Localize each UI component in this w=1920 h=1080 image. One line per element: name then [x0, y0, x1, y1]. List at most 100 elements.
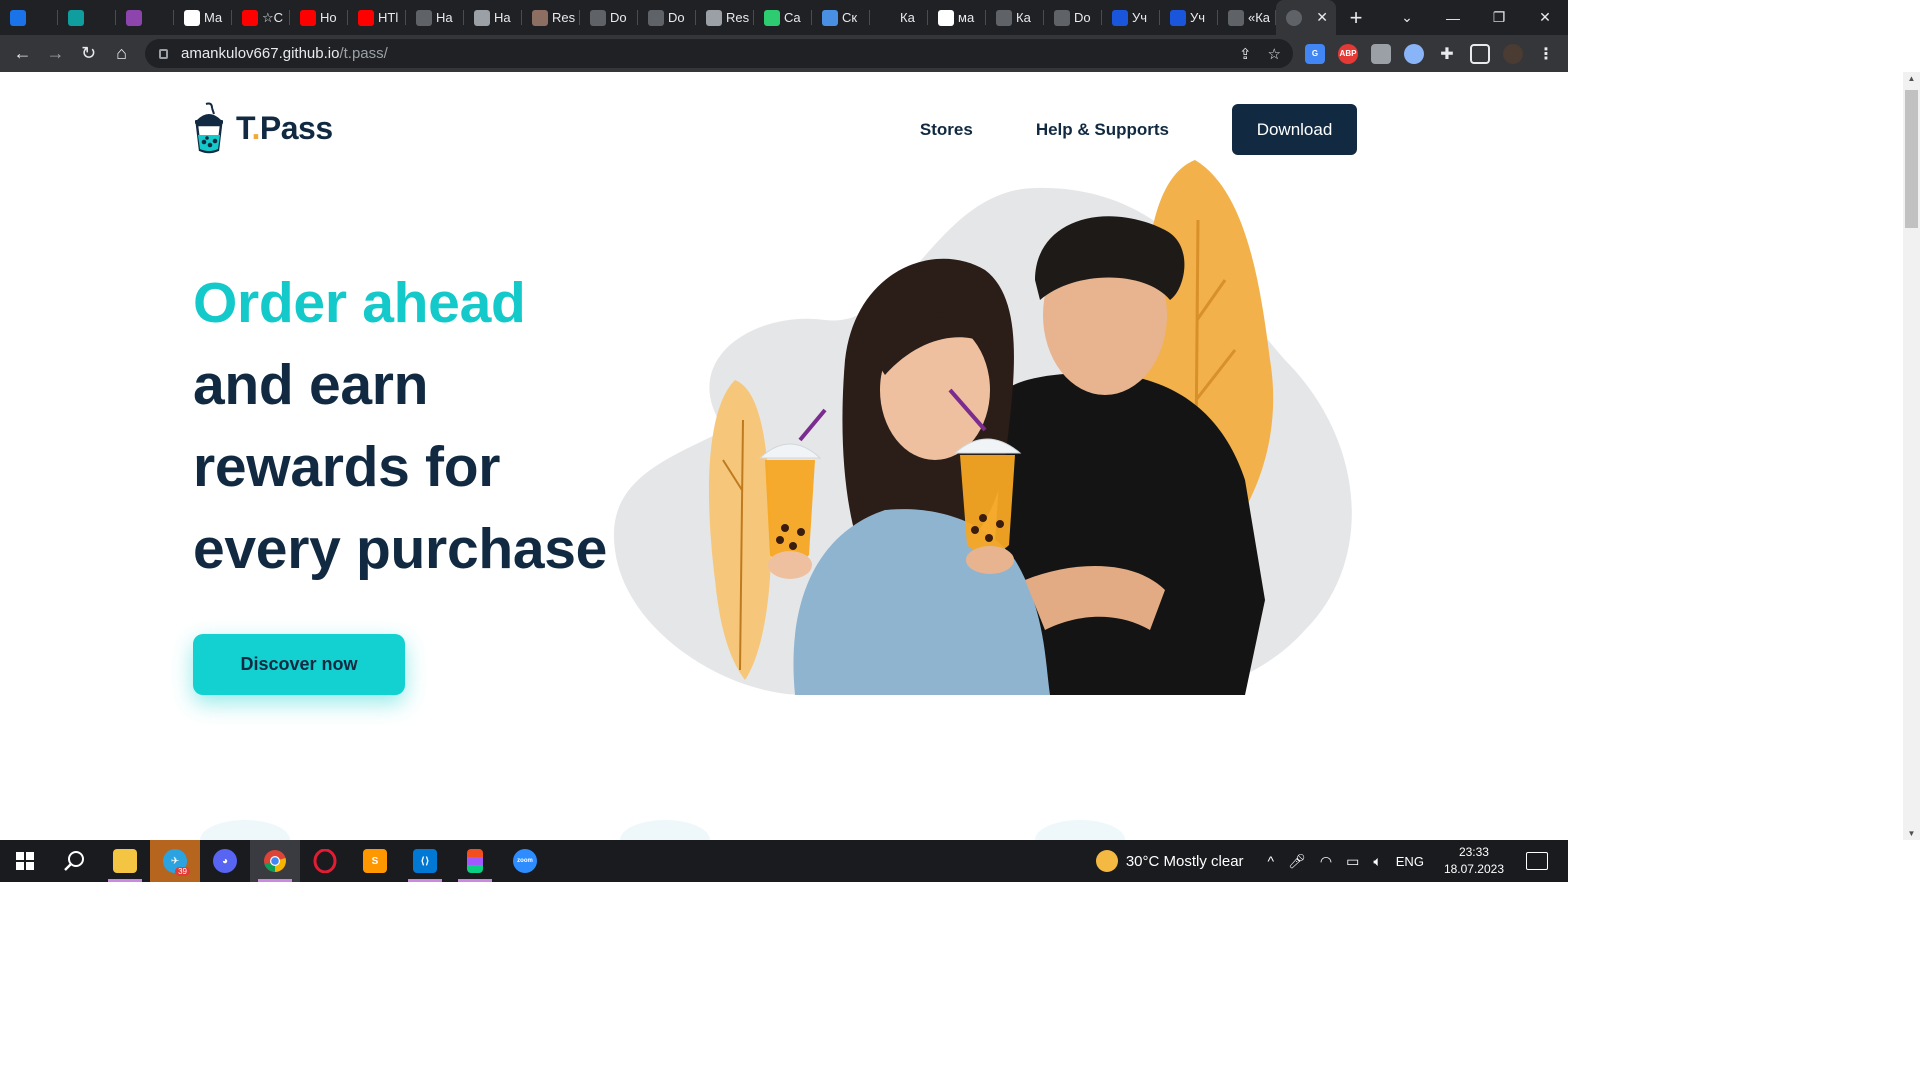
browser-tab[interactable]: Ка	[986, 0, 1044, 35]
forward-button[interactable]: →	[39, 43, 72, 64]
browser-tab[interactable]: Ca	[754, 0, 812, 35]
page-viewport: T.Pass Stores Help & Supports Download O…	[0, 72, 1568, 840]
browser-tab[interactable]: Ка	[870, 0, 928, 35]
youtube-icon	[358, 9, 374, 26]
start-button[interactable]	[0, 840, 50, 882]
hero-line-1: Order ahead	[193, 271, 526, 335]
site-logo[interactable]: T.Pass	[192, 102, 333, 154]
address-bar[interactable]: amankulov667.github.io/t.pass/ ⇪ ☆	[145, 39, 1293, 68]
browser-tab[interactable]: Res	[696, 0, 754, 35]
browser-tab[interactable]: Do	[580, 0, 638, 35]
browser-tab[interactable]: Ск	[812, 0, 870, 35]
browser-tab[interactable]: Уч	[1160, 0, 1218, 35]
nav-link-stores[interactable]: Stores	[920, 120, 973, 140]
windows-logo-icon	[16, 852, 34, 870]
browser-tab[interactable]: ма	[928, 0, 986, 35]
browser-tab-title: Ha	[494, 10, 511, 25]
browser-tab[interactable]: Do	[1044, 0, 1102, 35]
share-icon[interactable]: ⇪	[1239, 45, 1252, 63]
url-host: amankulov667.github.io	[181, 45, 340, 62]
nav-link-help[interactable]: Help & Supports	[1036, 120, 1169, 140]
notification-center-icon[interactable]	[1526, 852, 1548, 870]
browser-tab[interactable]: Уч	[1102, 0, 1160, 35]
browser-tab[interactable]	[58, 0, 116, 35]
browser-tab[interactable]: Res	[522, 0, 580, 35]
volume-icon[interactable]: 🔈︎	[1373, 853, 1381, 870]
taskbar-clock[interactable]: 23:33 18.07.2023	[1444, 844, 1504, 878]
chrome-icon[interactable]	[250, 840, 300, 882]
diamond-icon	[822, 9, 838, 26]
scrollbar-thumb[interactable]	[1905, 90, 1918, 228]
document-icon	[474, 9, 490, 26]
download-button[interactable]: Download	[1232, 104, 1357, 155]
file-explorer-icon[interactable]	[100, 840, 150, 882]
sublime-text-icon[interactable]: S	[350, 840, 400, 882]
browser-tab[interactable]: «Ка	[1218, 0, 1276, 35]
page-scrollbar[interactable]: ▲ ▼	[1903, 72, 1920, 840]
menu-kebab-icon[interactable]: ⋮	[1536, 44, 1556, 64]
tab-search-icon[interactable]: ⌄	[1384, 9, 1430, 26]
wifi-icon[interactable]: ◠	[1320, 853, 1332, 870]
translate-extension-icon[interactable]: G	[1305, 43, 1325, 64]
book-icon	[532, 9, 548, 26]
weather-widget[interactable]: 30°C Mostly clear	[1095, 850, 1244, 872]
home-button[interactable]: ⌂	[105, 43, 138, 64]
back-button[interactable]: ←	[6, 43, 39, 64]
browser-tab[interactable]	[116, 0, 174, 35]
new-tab-button[interactable]: +	[1336, 0, 1376, 35]
search-extension-icon[interactable]	[1404, 43, 1424, 64]
browser-tab[interactable]: Ha	[464, 0, 522, 35]
language-indicator[interactable]: ENG	[1396, 854, 1424, 869]
close-tab-icon[interactable]: ✕	[1316, 9, 1328, 26]
close-window-button[interactable]: ✕	[1522, 9, 1568, 26]
microphone-icon[interactable]: 🎤︎	[1288, 853, 1306, 870]
scroll-down-arrow-icon[interactable]: ▼	[1903, 829, 1920, 838]
opera-icon[interactable]	[300, 840, 350, 882]
windows-taskbar: ✈ 39 ◕ S ⟨⟩ zoom 30°C Mostly clear ^ 🎤︎ …	[0, 840, 1568, 882]
discover-now-button[interactable]: Discover now	[193, 634, 405, 695]
browser-tab-title: Ка	[900, 10, 915, 25]
lock-icon[interactable]	[159, 48, 168, 59]
adblock-extension-icon[interactable]: ABP	[1338, 43, 1358, 64]
browser-toolbar: ← → ↻ ⌂ amankulov667.github.io/t.pass/ ⇪…	[0, 35, 1568, 72]
google-icon	[938, 9, 954, 26]
browser-tab[interactable]: Ma	[174, 0, 232, 35]
logo-wordmark: T.Pass	[236, 110, 333, 147]
scroll-up-arrow-icon[interactable]: ▲	[1903, 74, 1920, 83]
browser-tab-title: ☆C	[262, 9, 284, 25]
browser-tab-active[interactable]: ✕	[1276, 0, 1336, 35]
side-panel-icon[interactable]	[1470, 43, 1490, 64]
telegram-icon[interactable]: ✈ 39	[150, 840, 200, 882]
vscode-icon[interactable]: ⟨⟩	[400, 840, 450, 882]
extension-icon[interactable]	[1371, 43, 1391, 64]
browser-tab[interactable]: ☆C	[232, 0, 290, 35]
search-icon[interactable]	[50, 840, 100, 882]
hero-line-4: every purchase	[193, 508, 630, 590]
browser-tab-title: Ск	[842, 10, 858, 25]
script-s-icon	[10, 9, 26, 26]
restore-button[interactable]: ❐	[1476, 9, 1522, 26]
window-controls: ⌄ — ❐ ✕	[1384, 0, 1568, 35]
logo-brand-rest: Pass	[259, 109, 333, 146]
discord-icon[interactable]: ◕	[200, 840, 250, 882]
tray-expand-chevron-icon[interactable]: ^	[1268, 853, 1275, 869]
logo-brand-letter: T	[236, 109, 252, 146]
hero-headline: Order ahead and earn rewards for every p…	[193, 262, 630, 590]
v-logo-icon	[764, 9, 780, 26]
figma-icon[interactable]	[450, 840, 500, 882]
browser-tab[interactable]	[0, 0, 58, 35]
bookmark-star-icon[interactable]: ☆	[1268, 45, 1281, 63]
z-logo-icon	[1112, 9, 1128, 26]
browser-tab[interactable]: Ho	[290, 0, 348, 35]
browser-tab[interactable]: HTl	[348, 0, 406, 35]
browser-tab[interactable]: Do	[638, 0, 696, 35]
browser-tab-title: Do	[668, 10, 685, 25]
browser-tab[interactable]: Ha	[406, 0, 464, 35]
browser-tab-title: Ho	[320, 10, 337, 25]
puzzle-extensions-icon[interactable]: ✚	[1437, 44, 1457, 64]
reload-button[interactable]: ↻	[72, 43, 105, 64]
battery-icon[interactable]: ▭	[1346, 853, 1359, 870]
profile-avatar[interactable]	[1503, 43, 1523, 64]
zoom-icon[interactable]: zoom	[500, 840, 550, 882]
minimize-button[interactable]: —	[1430, 10, 1476, 26]
